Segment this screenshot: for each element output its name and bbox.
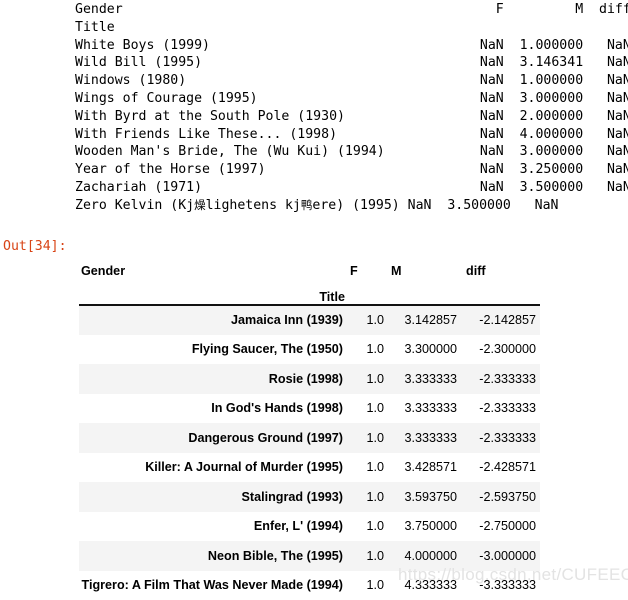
cell-m: 4.333333	[387, 571, 461, 600]
cell-f: 1.0	[347, 394, 387, 424]
row-index-title: Stalingrad (1993)	[79, 482, 347, 512]
table-row: Enfer, L' (1994)1.03.750000-2.750000	[79, 512, 540, 542]
cell-m: 3.333333	[387, 394, 461, 424]
table-row: Jamaica Inn (1939)1.03.142857-2.142857	[79, 305, 540, 335]
spacer-diff	[461, 278, 540, 305]
stdout-line: Wooden Man's Bride, The (Wu Kui) (1994) …	[75, 143, 628, 161]
column-header-diff: diff	[461, 248, 540, 278]
table-header-row-gender: Gender F M diff	[79, 248, 540, 278]
cell-f: 1.0	[347, 571, 387, 600]
cell-diff: -3.333333	[461, 571, 540, 600]
cell-diff: -2.300000	[461, 335, 540, 365]
table-row: Stalingrad (1993)1.03.593750-2.593750	[79, 482, 540, 512]
table-row: Neon Bible, The (1995)1.04.000000-3.0000…	[79, 541, 540, 571]
dataframe-table: Gender F M diff Title Jamaica Inn (1939)…	[79, 248, 540, 600]
cell-f: 1.0	[347, 512, 387, 542]
cell-f: 1.0	[347, 335, 387, 365]
cell-diff: -2.428571	[461, 453, 540, 483]
table-row: Flying Saucer, The (1950)1.03.300000-2.3…	[79, 335, 540, 365]
row-index-title: Tigrero: A Film That Was Never Made (199…	[79, 571, 347, 600]
cell-diff: -3.000000	[461, 541, 540, 571]
cell-f: 1.0	[347, 423, 387, 453]
table-row: In God's Hands (1998)1.03.333333-2.33333…	[79, 394, 540, 424]
cell-m: 3.750000	[387, 512, 461, 542]
cell-f: 1.0	[347, 541, 387, 571]
column-header-m: M	[387, 248, 461, 278]
cell-diff: -2.593750	[461, 482, 540, 512]
cell-diff: -2.333333	[461, 423, 540, 453]
cell-diff: -2.333333	[461, 394, 540, 424]
cell-m: 3.333333	[387, 423, 461, 453]
cell-f: 1.0	[347, 364, 387, 394]
row-index-title: Enfer, L' (1994)	[79, 512, 347, 542]
cell-diff: -2.333333	[461, 364, 540, 394]
column-header-gender: Gender	[79, 248, 347, 278]
stdout-text-output: Gender F M diffTitle White Boys (1999) N…	[75, 1, 628, 215]
index-name-title: Title	[79, 278, 347, 305]
dataframe-output: Gender F M diff Title Jamaica Inn (1939)…	[79, 248, 540, 600]
table-row: Tigrero: A Film That Was Never Made (199…	[79, 571, 540, 600]
stdout-line: Zachariah (1971) NaN 3.500000 NaN	[75, 179, 628, 197]
cjk-fallback-glyph: 鸭	[301, 198, 313, 212]
cell-m: 3.142857	[387, 305, 461, 335]
cell-m: 3.428571	[387, 453, 461, 483]
row-index-title: Dangerous Ground (1997)	[79, 423, 347, 453]
stdout-line: With Byrd at the South Pole (1930) NaN 2…	[75, 108, 628, 126]
table-header-row-title: Title	[79, 278, 540, 305]
stdout-line: Gender F M diff	[75, 1, 628, 19]
cell-f: 1.0	[347, 482, 387, 512]
row-index-title: Killer: A Journal of Murder (1995)	[79, 453, 347, 483]
cell-m: 3.300000	[387, 335, 461, 365]
stdout-line: Zero Kelvin (Kj燥lighetens kj鸭ere) (1995)…	[75, 197, 628, 215]
stdout-line: Wild Bill (1995) NaN 3.146341 NaN	[75, 54, 628, 72]
cell-m: 3.333333	[387, 364, 461, 394]
cell-m: 4.000000	[387, 541, 461, 571]
stdout-line: Windows (1980) NaN 1.000000 NaN	[75, 72, 628, 90]
cell-diff: -2.142857	[461, 305, 540, 335]
row-index-title: In God's Hands (1998)	[79, 394, 347, 424]
cell-f: 1.0	[347, 305, 387, 335]
row-index-title: Neon Bible, The (1995)	[79, 541, 347, 571]
stdout-line: Title	[75, 19, 628, 37]
spacer-m	[387, 278, 461, 305]
stdout-line: White Boys (1999) NaN 1.000000 NaN	[75, 37, 628, 55]
row-index-title: Rosie (1998)	[79, 364, 347, 394]
table-row: Dangerous Ground (1997)1.03.333333-2.333…	[79, 423, 540, 453]
row-index-title: Flying Saucer, The (1950)	[79, 335, 347, 365]
output-prompt-label: Out[34]:	[3, 238, 67, 256]
table-row: Killer: A Journal of Murder (1995)1.03.4…	[79, 453, 540, 483]
column-header-f: F	[347, 248, 387, 278]
spacer-f	[347, 278, 387, 305]
stdout-line: Wings of Courage (1995) NaN 3.000000 NaN	[75, 90, 628, 108]
cjk-fallback-glyph: 燥	[194, 198, 206, 212]
cell-f: 1.0	[347, 453, 387, 483]
row-index-title: Jamaica Inn (1939)	[79, 305, 347, 335]
table-head: Gender F M diff Title	[79, 248, 540, 305]
table-row: Rosie (1998)1.03.333333-2.333333	[79, 364, 540, 394]
stdout-line: With Friends Like These... (1998) NaN 4.…	[75, 126, 628, 144]
cell-m: 3.593750	[387, 482, 461, 512]
stdout-line: Year of the Horse (1997) NaN 3.250000 Na…	[75, 161, 628, 179]
cell-diff: -2.750000	[461, 512, 540, 542]
table-body: Jamaica Inn (1939)1.03.142857-2.142857Fl…	[79, 305, 540, 600]
